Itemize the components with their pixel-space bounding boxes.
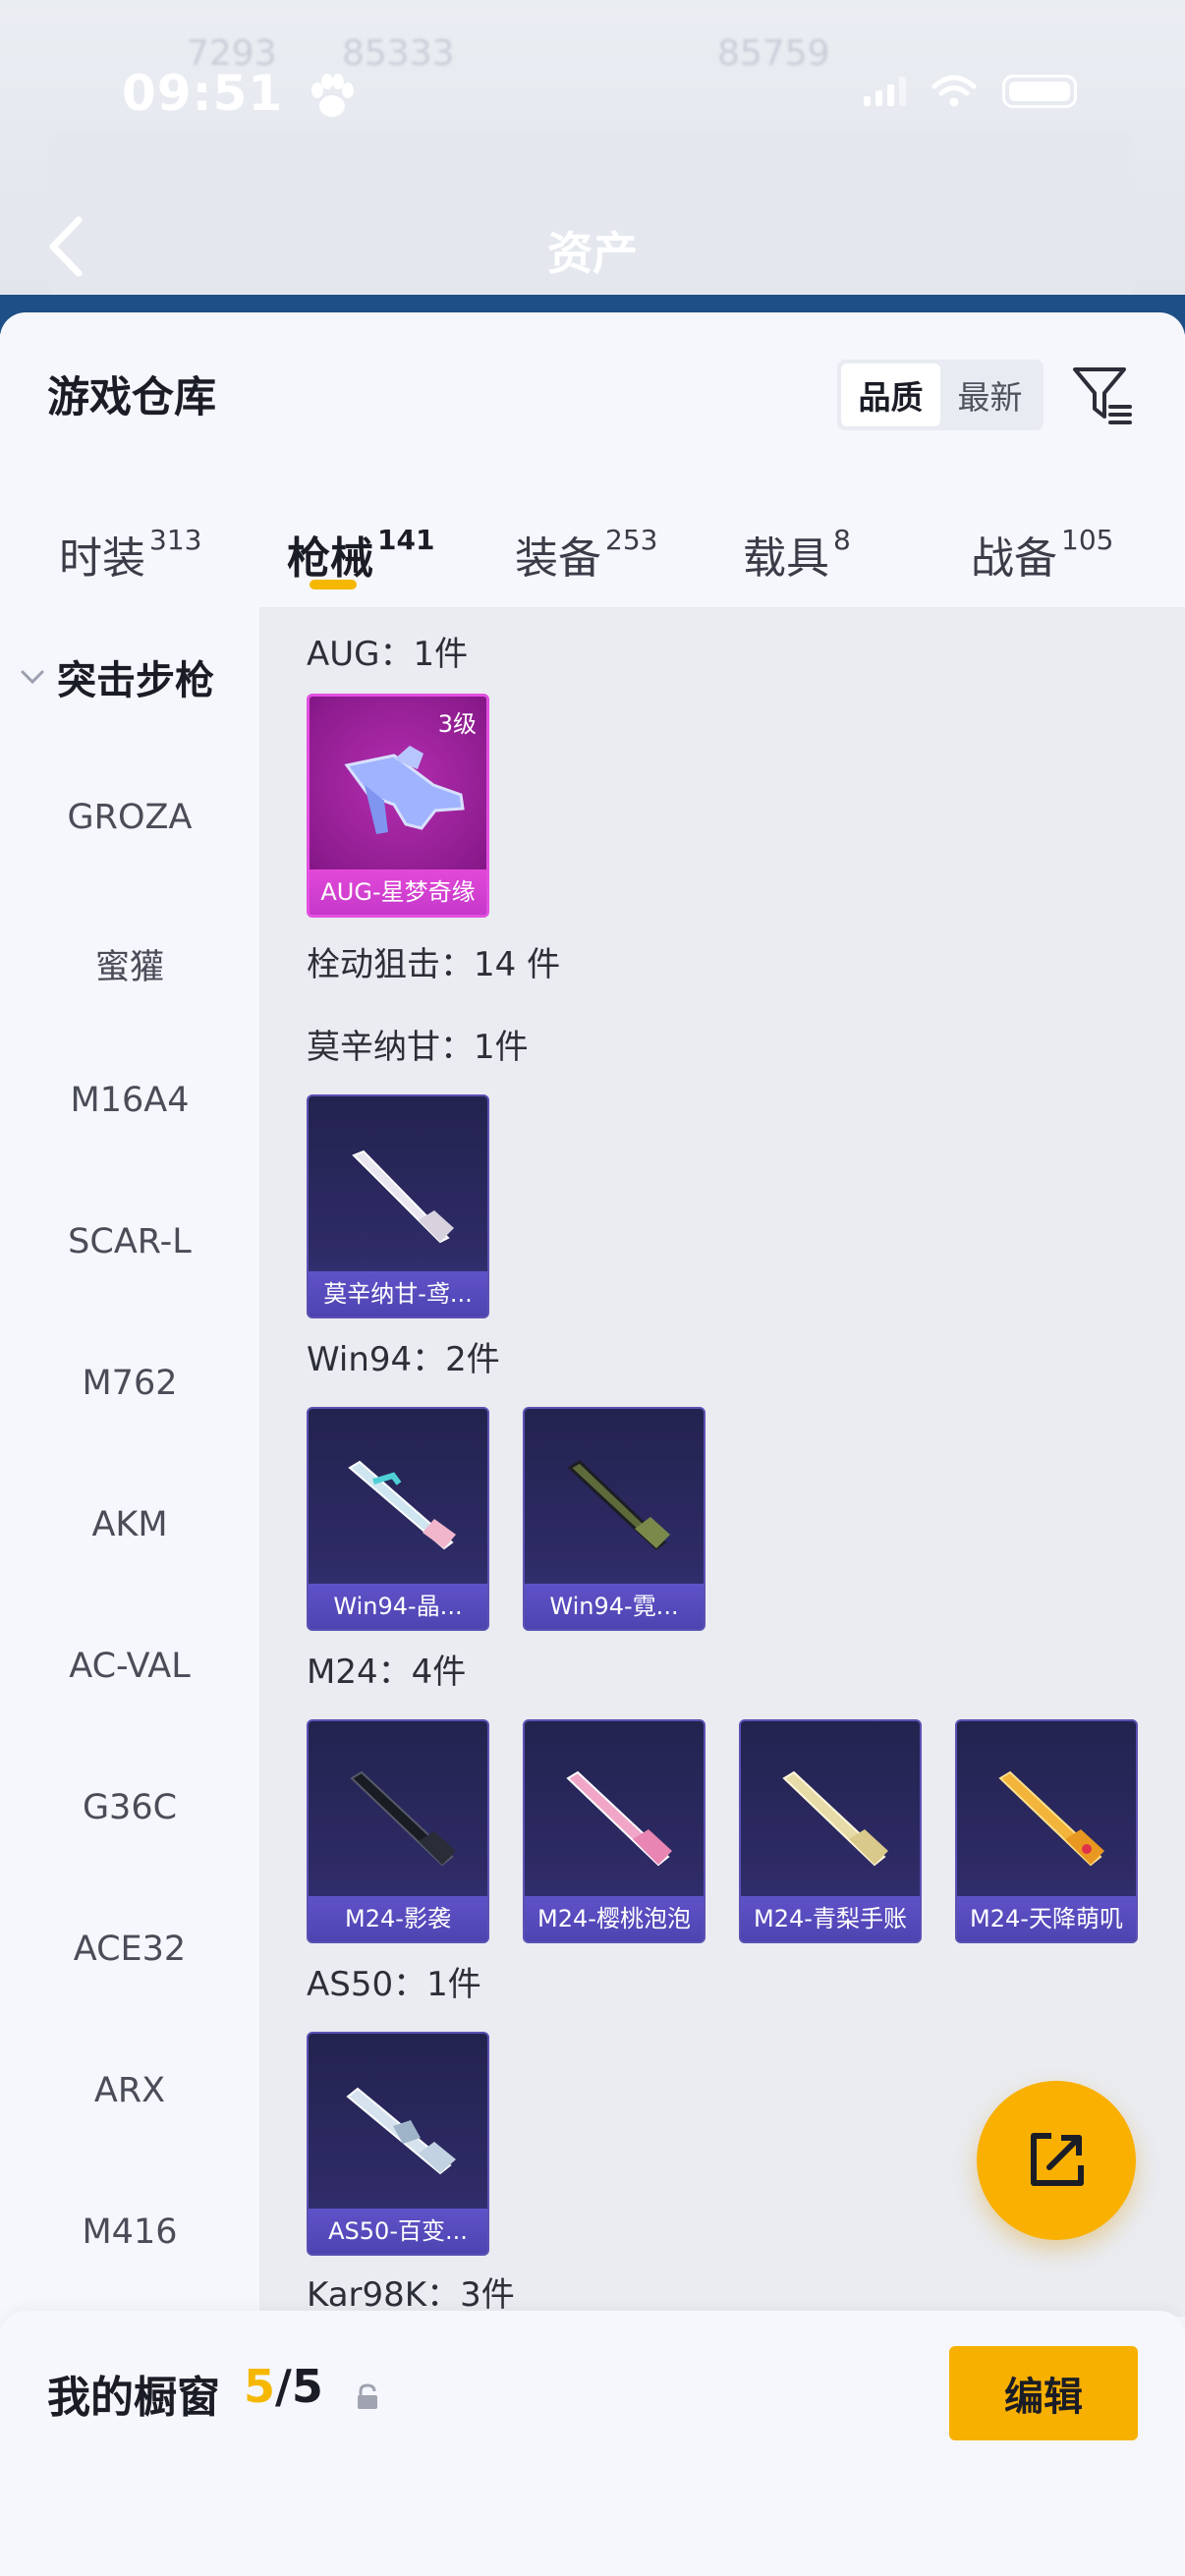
m24-skin-icon xyxy=(782,1770,888,1867)
wifi-icon xyxy=(931,75,977,107)
m24-skin-icon xyxy=(998,1770,1104,1867)
weapon-card-m24-2[interactable]: M24-樱桃泡泡 xyxy=(523,1719,705,1943)
category-tabs: 时装 313 枪械 141 装备 253 载具 8 战备 105 xyxy=(0,501,1185,609)
weapon-card-aug[interactable]: 3级 AUG-星梦奇缘 xyxy=(307,694,489,918)
sidebar-item-arx[interactable]: ARX xyxy=(0,2071,259,2110)
battery-icon xyxy=(1002,75,1077,108)
card-caption: M24-影袭 xyxy=(309,1896,487,1941)
sidebar-item-honey-badger[interactable]: 蜜獾 xyxy=(0,939,259,989)
weapon-card-m24-3[interactable]: M24-青梨手账 xyxy=(739,1719,922,1943)
sidebar-item-groza[interactable]: GROZA xyxy=(0,798,259,837)
sort-option-latest[interactable]: 最新 xyxy=(940,364,1040,426)
sort-option-quality[interactable]: 品质 xyxy=(841,364,940,426)
group-label-kar98k: Kar98K：3件 xyxy=(307,2275,515,2315)
card-caption: AUG-星梦奇缘 xyxy=(310,869,486,915)
page-title: 资产 xyxy=(547,227,638,280)
status-time: 09:51 xyxy=(122,65,284,122)
group-label-win94: Win94：2件 xyxy=(307,1340,500,1379)
weapon-sidebar: 突击步枪 GROZA 蜜獾 M16A4 SCAR-L M762 AKM AC-V… xyxy=(0,607,259,2317)
sidebar-item-akm[interactable]: AKM xyxy=(0,1505,259,1544)
showcase-count: 5/5 xyxy=(244,2360,323,2413)
paw-icon xyxy=(311,74,354,117)
tab-supplies[interactable]: 战备 105 xyxy=(971,523,1113,586)
group-label-aug: AUG：1件 xyxy=(307,635,469,674)
signal-icon xyxy=(864,77,906,106)
card-caption: Win94-霓... xyxy=(525,1584,704,1629)
card-caption: M24-青梨手账 xyxy=(741,1896,920,1941)
group-label-bolt-action: 栓动狙击：14 件 xyxy=(307,945,561,984)
sidebar-category[interactable]: 突击步枪 xyxy=(18,648,214,705)
weapon-card-m24-1[interactable]: M24-影袭 xyxy=(307,1719,489,1943)
showcase-bar: 我的橱窗 5/5 编辑 xyxy=(0,2311,1185,2576)
share-out-icon xyxy=(1031,2133,1084,2186)
tab-guns[interactable]: 枪械 141 xyxy=(287,523,434,586)
sidebar-item-scar-l[interactable]: SCAR-L xyxy=(0,1222,259,1261)
lock-icon xyxy=(358,2383,377,2409)
weapon-card-win94-2[interactable]: Win94-霓... xyxy=(523,1407,705,1631)
filter-icon[interactable] xyxy=(1071,364,1134,426)
group-label-mosin: 莫辛纳甘：1件 xyxy=(307,1028,529,1067)
active-tab-indicator xyxy=(310,580,357,589)
tab-vehicles[interactable]: 载具 8 xyxy=(743,523,851,586)
as50-skin-icon xyxy=(346,2087,456,2175)
sheet-title: 游戏仓库 xyxy=(47,373,216,422)
group-label-m24: M24：4件 xyxy=(307,1652,467,1692)
weapon-grid: AUG：1件 3级 AUG-星梦奇缘 栓动狙击：14 件 莫辛纳甘：1件 莫辛纳… xyxy=(259,607,1185,2317)
weapon-card-m24-4[interactable]: M24-天降萌叽 xyxy=(955,1719,1138,1943)
sidebar-item-m16a4[interactable]: M16A4 xyxy=(0,1081,259,1120)
sidebar-item-ac-val[interactable]: AC-VAL xyxy=(0,1647,259,1686)
showcase-label: 我的橱窗 xyxy=(47,2373,220,2423)
tab-fashion[interactable]: 时装 313 xyxy=(59,523,201,586)
sidebar-item-m416[interactable]: M416 xyxy=(0,2212,259,2252)
edit-button[interactable]: 编辑 xyxy=(949,2346,1138,2440)
card-caption: 莫辛纳甘-鸢... xyxy=(309,1271,487,1316)
sidebar-item-g36c[interactable]: G36C xyxy=(0,1788,259,1827)
sidebar-item-m762[interactable]: M762 xyxy=(0,1364,259,1403)
win94-skin-icon xyxy=(567,1460,670,1550)
card-caption: Win94-晶... xyxy=(309,1584,487,1629)
chevron-down-icon xyxy=(21,670,44,685)
status-icons xyxy=(864,75,1077,108)
mosin-skin-icon xyxy=(352,1149,454,1244)
weapon-card-as50[interactable]: AS50-百变... xyxy=(307,2032,489,2256)
m24-skin-icon xyxy=(566,1770,672,1867)
card-caption: M24-天降萌叽 xyxy=(957,1896,1136,1941)
aug-skin-icon xyxy=(344,746,465,834)
weapon-card-win94-1[interactable]: Win94-晶... xyxy=(307,1407,489,1631)
tab-equipment[interactable]: 装备 253 xyxy=(515,523,657,586)
sidebar-item-ace32[interactable]: ACE32 xyxy=(0,1930,259,1969)
m24-skin-icon xyxy=(350,1770,456,1867)
weapon-card-mosin[interactable]: 莫辛纳甘-鸢... xyxy=(307,1094,489,1318)
share-button[interactable] xyxy=(977,2081,1136,2240)
win94-skin-icon xyxy=(348,1460,456,1550)
group-label-as50: AS50：1件 xyxy=(307,1965,481,2004)
card-caption: AS50-百变... xyxy=(309,2209,487,2254)
card-caption: M24-樱桃泡泡 xyxy=(525,1896,704,1941)
sort-toggle[interactable]: 品质 最新 xyxy=(837,360,1044,430)
